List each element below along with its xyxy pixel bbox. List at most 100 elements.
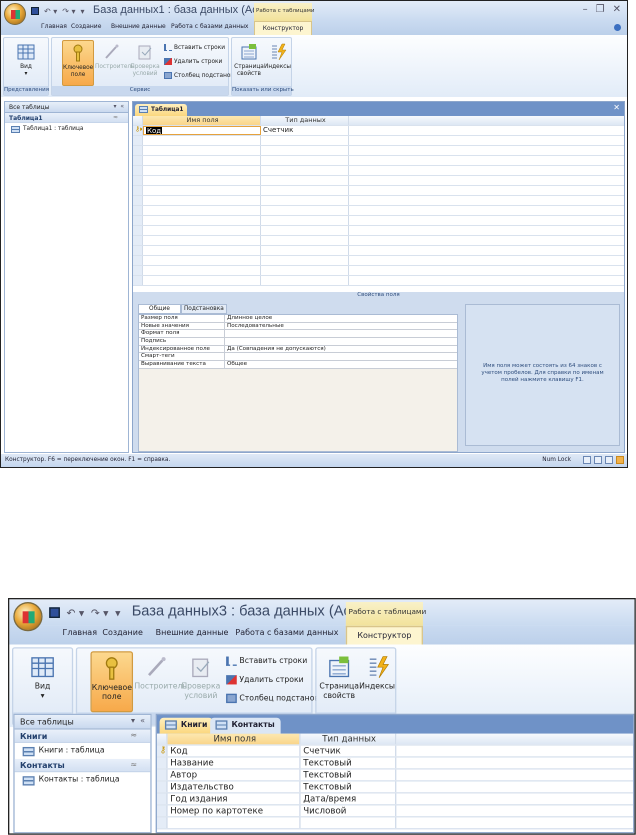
data-type-cell[interactable]: [261, 186, 349, 195]
property-value[interactable]: [224, 330, 227, 338]
description-cell[interactable]: [396, 817, 633, 828]
description-cell[interactable]: [349, 136, 624, 145]
description-cell[interactable]: [396, 770, 633, 781]
indexes-button[interactable]: Индексы: [264, 40, 291, 86]
table-row[interactable]: [133, 176, 624, 186]
description-cell[interactable]: [349, 236, 624, 245]
property-value[interactable]: [224, 338, 227, 345]
tab-external-data[interactable]: Внешние данные: [111, 23, 166, 30]
tab-create[interactable]: Создание: [102, 629, 142, 638]
data-type-cell[interactable]: [261, 276, 349, 285]
table-row[interactable]: [133, 186, 624, 196]
delete-rows-button[interactable]: Удалить строки: [226, 675, 304, 685]
field-name-cell[interactable]: [143, 266, 261, 275]
collapse-group-icon[interactable]: ≈: [130, 731, 137, 740]
design-view-icon[interactable]: [616, 456, 624, 464]
prop-tab-general[interactable]: Общие: [138, 304, 181, 314]
table-row[interactable]: [133, 276, 624, 286]
table-row[interactable]: [133, 206, 624, 216]
nav-item-table[interactable]: Таблица1 : таблица: [5, 123, 128, 135]
save-icon[interactable]: [49, 607, 60, 618]
row-selector[interactable]: [133, 266, 143, 275]
nav-pane-header[interactable]: Все таблицы ▾ «: [14, 715, 151, 730]
description-cell[interactable]: [349, 126, 624, 135]
nav-pane-header[interactable]: Все таблицы ▾ «: [5, 102, 128, 113]
field-name-cell[interactable]: [143, 166, 261, 175]
tab-design[interactable]: Конструктор: [254, 21, 312, 35]
tab-external-data[interactable]: Внешние данные: [156, 629, 229, 638]
table-row[interactable]: [133, 246, 624, 256]
data-type-cell[interactable]: [261, 206, 349, 215]
description-cell[interactable]: [349, 226, 624, 235]
minimize-icon[interactable]: –: [583, 4, 588, 15]
tab-design[interactable]: Конструктор: [345, 625, 423, 645]
table-row[interactable]: Название Текстовый: [156, 757, 634, 770]
description-cell[interactable]: [349, 196, 624, 205]
data-type-cell[interactable]: [261, 256, 349, 265]
data-type-cell[interactable]: Текстовый: [301, 757, 397, 769]
description-cell[interactable]: [349, 156, 624, 165]
description-cell[interactable]: [349, 256, 624, 265]
description-cell[interactable]: [349, 276, 624, 285]
table-row[interactable]: [133, 216, 624, 226]
nav-dropdown-icon[interactable]: ▾: [131, 716, 135, 725]
property-value[interactable]: Длинное целое: [224, 315, 272, 322]
lookup-column-button[interactable]: Столбец подстановок: [226, 693, 328, 704]
description-cell[interactable]: [349, 246, 624, 255]
table-row[interactable]: [133, 256, 624, 266]
property-row[interactable]: Подпись: [139, 338, 457, 346]
field-name-cell[interactable]: Код: [143, 126, 261, 135]
data-type-cell[interactable]: Счетчик: [301, 745, 397, 757]
select-all-corner[interactable]: [133, 116, 143, 125]
field-name-cell[interactable]: Название: [168, 757, 301, 769]
property-sheet-button[interactable]: Страница свойств: [234, 40, 264, 86]
table-row[interactable]: Автор Текстовый: [156, 769, 634, 782]
indexes-button[interactable]: Индексы: [359, 651, 395, 712]
property-row[interactable]: Размер поля Длинное целое: [139, 315, 457, 323]
field-name-cell[interactable]: [143, 156, 261, 165]
data-type-cell[interactable]: [261, 146, 349, 155]
property-value[interactable]: Общее: [224, 361, 247, 368]
test-validation-rules-button[interactable]: Проверка условий: [130, 40, 160, 86]
row-selector[interactable]: [156, 817, 168, 829]
table-row[interactable]: [133, 196, 624, 206]
customize-qat-icon[interactable]: ▾: [115, 607, 120, 619]
description-cell[interactable]: [349, 216, 624, 225]
row-selector[interactable]: [133, 276, 143, 285]
field-name-cell[interactable]: [143, 136, 261, 145]
undo-icon[interactable]: ↶ ▾: [67, 607, 85, 619]
description-cell[interactable]: [349, 146, 624, 155]
field-name-cell[interactable]: Издательство: [168, 781, 301, 793]
tab-home[interactable]: Главная: [41, 23, 67, 30]
property-value[interactable]: [224, 353, 227, 361]
table-row[interactable]: [133, 156, 624, 166]
table-row[interactable]: Номер по картотеке Числовой: [156, 805, 634, 818]
nav-group-1[interactable]: Контакты ≈: [14, 758, 151, 773]
row-selector[interactable]: ⚷▸: [156, 745, 168, 757]
description-cell[interactable]: [396, 794, 633, 805]
datasheet-view-icon[interactable]: [583, 456, 591, 464]
restore-icon[interactable]: ❐: [596, 4, 605, 15]
data-type-cell[interactable]: [261, 136, 349, 145]
property-row[interactable]: Выравнивание текста Общее: [139, 361, 457, 369]
row-selector[interactable]: [133, 256, 143, 265]
tab-database-tools[interactable]: Работа с базами данных: [171, 23, 249, 30]
redo-icon[interactable]: ↷ ▾: [91, 607, 109, 619]
property-row[interactable]: Формат поля: [139, 330, 457, 339]
description-cell[interactable]: [396, 758, 633, 769]
data-type-cell[interactable]: Текстовый: [301, 781, 397, 793]
delete-rows-button[interactable]: Удалить строки: [164, 58, 222, 65]
table-row[interactable]: ⚷▸КодСчетчик: [133, 126, 624, 136]
field-name-cell[interactable]: [168, 817, 301, 829]
property-value[interactable]: Да (Совпадения не допускаются): [224, 345, 326, 353]
insert-rows-button[interactable]: Вставить строки: [226, 656, 307, 666]
description-cell[interactable]: [349, 186, 624, 195]
row-selector[interactable]: [156, 769, 168, 781]
row-selector[interactable]: [133, 206, 143, 215]
description-cell[interactable]: [349, 176, 624, 185]
office-button[interactable]: [13, 601, 43, 632]
field-name-cell[interactable]: [143, 206, 261, 215]
view-button[interactable]: Вид ▾: [17, 651, 68, 712]
data-type-cell[interactable]: [261, 166, 349, 175]
nav-dropdown-icon[interactable]: ▾: [113, 103, 116, 110]
